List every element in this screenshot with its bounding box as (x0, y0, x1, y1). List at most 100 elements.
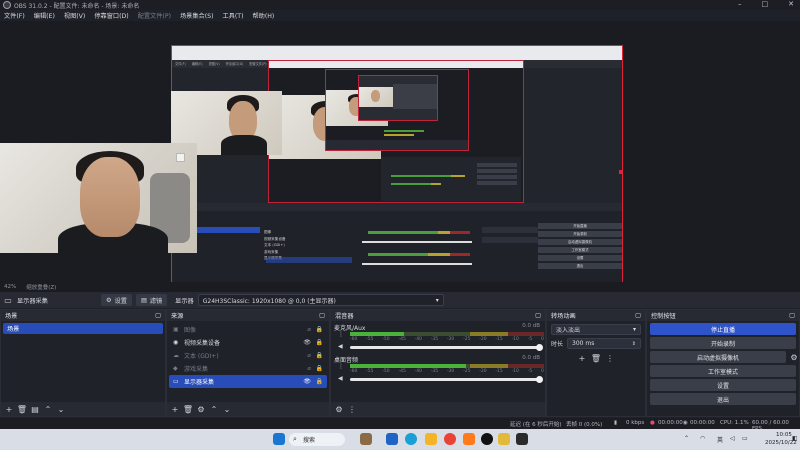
chrome-icon[interactable] (444, 433, 456, 445)
volume-slider[interactable] (350, 376, 543, 383)
close-icon[interactable]: ✕ (788, 0, 794, 8)
transitions-dock: 转场动画 ▢ 淡入淡出 ▾ 时长 300 ms ⇕ + 🗑 ⋮ (546, 309, 646, 417)
undock-icon[interactable]: ▢ (635, 312, 641, 319)
menu-item[interactable]: 配置文件(P) (138, 11, 171, 20)
volume-slider[interactable] (350, 344, 543, 351)
control-button[interactable]: 退出 (650, 393, 796, 405)
lock-icon[interactable]: 🔒 (316, 365, 323, 372)
minimize-icon[interactable]: – (738, 0, 742, 8)
app-icon-2[interactable] (463, 433, 475, 445)
eye-hidden-icon[interactable]: ⌀ (307, 326, 311, 333)
preview-area[interactable]: 文件(F)编辑(E)视图(V)停靠窗口(D)配置文件(P)场景集合(S)工具(T… (0, 21, 800, 300)
menu-item[interactable]: 帮助(H) (252, 11, 274, 20)
taskbar-search[interactable]: ⌕ 搜索 (289, 433, 345, 446)
nested-preview-1 (268, 60, 524, 203)
nested-control-button: 工作室模式 (538, 247, 622, 253)
more-options-icon[interactable]: ⋮ (338, 331, 344, 338)
menu-item[interactable]: 停靠窗口(D) (94, 11, 128, 20)
edge-icon[interactable] (405, 433, 417, 445)
move-up-button[interactable]: ⌃ (209, 404, 219, 414)
filters-button[interactable]: ▤ 滤镜 (135, 294, 168, 306)
gear-icon: ⚙ (106, 296, 112, 304)
undock-icon[interactable]: ▢ (155, 312, 161, 319)
tray-chevron-icon[interactable]: ⌃ (684, 435, 689, 442)
more-options-icon[interactable]: ⋮ (338, 363, 344, 370)
source-item[interactable]: ▭ 显示器采集 👁 🔒 (169, 375, 327, 388)
control-button[interactable]: 停止直播 (650, 323, 796, 335)
menu-item[interactable]: 工具(T) (223, 11, 244, 20)
eye-hidden-icon[interactable]: ⌀ (307, 365, 311, 372)
undock-icon[interactable]: ▢ (789, 312, 795, 319)
control-button[interactable]: 设置 (650, 379, 796, 391)
add-source-button[interactable]: + (170, 404, 180, 414)
properties-button[interactable]: ⚙ 设置 (101, 294, 132, 306)
eye-icon[interactable]: 👁 (303, 339, 311, 346)
channel-name: 桌面音频 (334, 357, 359, 364)
task-view-icon[interactable] (386, 433, 398, 445)
more-options-icon[interactable]: ⋮ (347, 404, 357, 414)
resize-handle[interactable] (619, 170, 622, 174)
undock-icon[interactable]: ▢ (535, 312, 541, 319)
display-select[interactable]: G24H3SClassic: 1920x1080 @ 0,0 (主显示器) ▾ (197, 294, 444, 306)
wifi-icon[interactable]: ◠ (700, 435, 705, 442)
add-transition-button[interactable]: + (577, 354, 587, 364)
control-button[interactable]: 启动虚拟摄像机 (650, 351, 786, 363)
lock-icon[interactable]: 🔒 (316, 326, 323, 333)
control-button[interactable]: 工作室模式 (650, 365, 796, 377)
app-icon-4[interactable] (516, 433, 528, 445)
remove-source-button[interactable]: 🗑 (183, 404, 193, 414)
zoom-mode[interactable]: 缩放重叠(Z) (26, 283, 56, 291)
move-down-button[interactable]: ⌄ (222, 404, 232, 414)
source-item[interactable]: ◉ 视频采集设备 👁 🔒 (169, 336, 327, 349)
battery-icon[interactable]: ▭ (742, 435, 748, 442)
move-down-button[interactable]: ⌄ (56, 404, 66, 414)
obs-taskbar-icon[interactable] (481, 433, 493, 445)
input-language[interactable]: 英 (717, 435, 723, 444)
preview-canvas[interactable]: 文件(F)编辑(E)视图(V)停靠窗口(D)配置文件(P)场景集合(S)工具(T… (171, 45, 623, 300)
speaker-icon[interactable]: ◀ (338, 343, 343, 350)
more-options-icon[interactable]: ⋮ (605, 354, 615, 364)
preview-status-strip: 42% 缩放重叠(Z) (0, 282, 800, 292)
lock-icon[interactable]: 🔒 (316, 378, 323, 385)
scene-filters-button[interactable]: ▤ (30, 404, 40, 414)
menu-item[interactable]: 文件(F) (4, 11, 25, 20)
maximize-icon[interactable]: □ (762, 0, 769, 8)
slider-knob[interactable] (536, 376, 543, 383)
source-item[interactable]: ☁ 文本 (GDI+) ⌀ 🔒 (169, 349, 327, 362)
app-icon-1[interactable] (360, 433, 372, 445)
duration-input[interactable]: 300 ms ⇕ (567, 338, 641, 349)
move-up-button[interactable]: ⌃ (43, 404, 53, 414)
lock-icon[interactable]: 🔒 (316, 352, 323, 359)
advanced-audio-button[interactable]: ⚙ (334, 404, 344, 414)
source-item[interactable]: ◆ 游戏采集 ⌀ 🔒 (169, 362, 327, 375)
menu-item[interactable]: 场景集合(S) (180, 11, 214, 20)
notification-icon[interactable]: ◧ (792, 435, 798, 442)
stepper-icon[interactable]: ⇕ (632, 341, 636, 347)
remove-scene-button[interactable]: 🗑 (17, 404, 27, 414)
image-icon: ▣ (173, 326, 179, 333)
transition-select[interactable]: 淡入淡出 ▾ (551, 324, 641, 335)
speaker-icon[interactable]: ◁ (730, 435, 735, 442)
speaker-icon[interactable]: ◀ (338, 375, 343, 382)
slider-knob[interactable] (536, 344, 543, 351)
app-icon-3[interactable] (498, 433, 510, 445)
eye-icon[interactable]: 👁 (303, 378, 311, 385)
tick-label: -15 (495, 369, 503, 374)
control-button[interactable]: 开始录制 (650, 337, 796, 349)
remove-transition-button[interactable]: 🗑 (591, 354, 601, 364)
start-icon[interactable] (273, 433, 285, 445)
lock-icon[interactable]: 🔒 (316, 339, 323, 346)
eye-hidden-icon[interactable]: ⌀ (307, 352, 311, 359)
source-properties-button[interactable]: ⚙ (196, 404, 206, 414)
display-select-value: G24H3SClassic: 1920x1080 @ 0,0 (主显示器) (202, 297, 336, 305)
menu-item[interactable]: 编辑(E) (34, 11, 55, 20)
file-explorer-icon[interactable] (425, 433, 437, 445)
clock-time[interactable]: 10:05 (776, 432, 792, 438)
virtual-camera-settings-icon[interactable]: ⚙ (789, 352, 799, 362)
webcam-source[interactable] (0, 143, 197, 253)
scene-item[interactable]: 场景 (3, 323, 163, 334)
source-item[interactable]: ▣ 图像 ⌀ 🔒 (169, 323, 327, 336)
menu-item[interactable]: 视图(V) (64, 11, 85, 20)
add-scene-button[interactable]: + (4, 404, 14, 414)
undock-icon[interactable]: ▢ (319, 312, 325, 319)
